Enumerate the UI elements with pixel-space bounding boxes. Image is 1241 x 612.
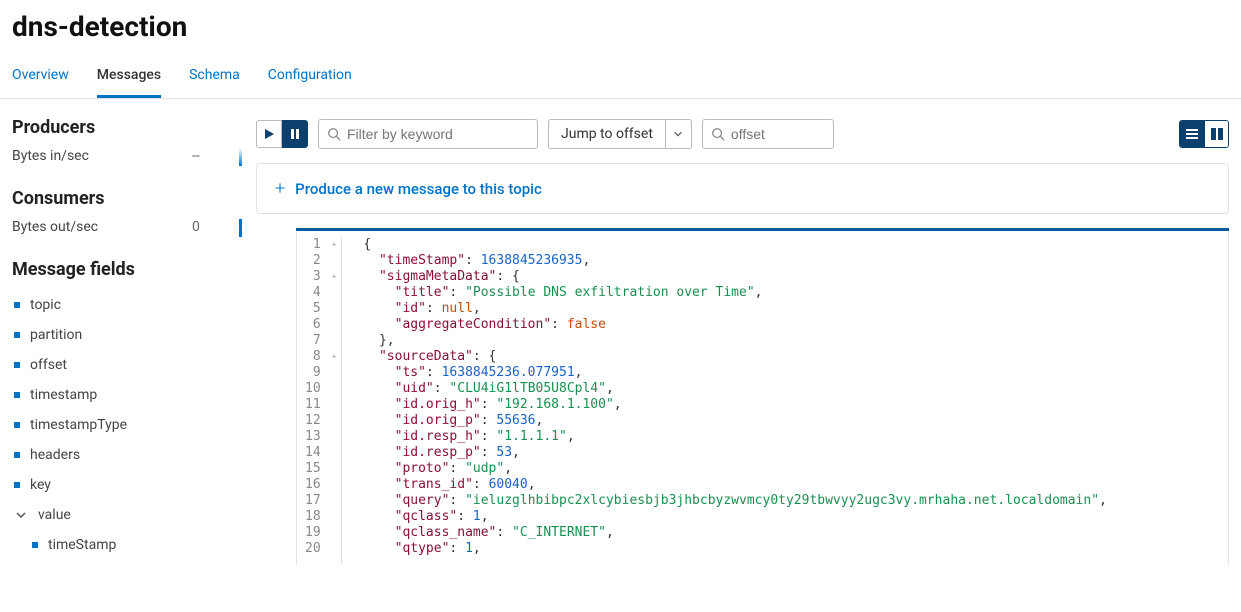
search-icon [711,127,725,141]
fold-column: ▸▸▸ [329,237,341,565]
json-viewer[interactable]: 1234567891011121314151617181920 ▸▸▸ { "t… [296,231,1229,565]
bytes-in-value: -- [192,148,232,164]
producers-heading: Producers [12,117,232,138]
field-label: partition [30,327,82,343]
message-fields-heading: Message fields [12,259,232,280]
field-timestamptype[interactable]: timestampType [12,410,232,440]
field-label: key [30,477,51,493]
bullet-icon [14,332,20,338]
tabs-nav: Overview Messages Schema Configuration [0,57,1241,99]
field-label: value [38,507,71,523]
jump-offset-select[interactable]: Jump to offset [548,119,692,149]
bullet-icon [32,542,38,548]
bytes-out-value: 0 [192,219,232,235]
spark-indicator [239,219,242,237]
field-label: topic [30,297,61,313]
produce-message-button[interactable]: + Produce a new message to this topic [275,178,542,199]
produce-message-card: + Produce a new message to this topic [256,163,1229,214]
bullet-icon [14,302,20,308]
play-pause-group [256,120,308,148]
chevron-down-icon [665,120,691,148]
field-timestamp[interactable]: timestamp [12,380,232,410]
json-code: { "timeStamp": 1638845236935, "sigmaMeta… [341,237,1228,565]
offset-input-wrap [702,119,834,149]
tab-overview[interactable]: Overview [12,57,69,98]
list-view-button[interactable] [1180,121,1204,147]
bytes-in-row: Bytes in/sec -- [12,148,232,164]
spark-indicator-top [239,148,242,166]
filter-keyword-wrap [318,119,538,149]
messages-toolbar: Jump to offset [256,117,1229,163]
field-label: timeStamp [48,537,116,553]
bullet-icon [14,452,20,458]
consumers-heading: Consumers [12,188,232,209]
field-value-timestamp[interactable]: timeStamp [12,530,232,560]
field-partition[interactable]: partition [12,320,232,350]
search-icon [327,127,341,141]
bytes-out-label: Bytes out/sec [12,219,192,235]
plus-icon: + [275,178,285,199]
field-label: headers [30,447,80,463]
offset-input[interactable] [731,120,833,148]
bytes-in-label: Bytes in/sec [12,148,192,164]
page-title: dns-detection [0,0,1241,57]
chevron-down-icon [14,508,28,522]
play-button[interactable] [256,120,282,148]
filter-keyword-input[interactable] [347,120,537,148]
field-topic[interactable]: topic [12,290,232,320]
field-key[interactable]: key [12,470,232,500]
message-fields-list: topic partition offset timestamp timesta… [12,290,232,560]
bullet-icon [14,392,20,398]
jump-offset-label: Jump to offset [549,120,665,148]
field-label: offset [30,357,67,373]
view-toggle [1179,120,1229,148]
field-headers[interactable]: headers [12,440,232,470]
line-number-gutter: 1234567891011121314151617181920 [297,237,329,565]
pause-button[interactable] [282,120,308,148]
field-label: timestampType [30,417,127,433]
tab-configuration[interactable]: Configuration [268,57,352,98]
tab-schema[interactable]: Schema [189,57,240,98]
message-json-card: 1234567891011121314151617181920 ▸▸▸ { "t… [296,228,1229,565]
bullet-icon [14,422,20,428]
bullet-icon [14,362,20,368]
field-value[interactable]: value [12,500,232,530]
tab-messages[interactable]: Messages [97,57,161,98]
bullet-icon [14,482,20,488]
field-offset[interactable]: offset [12,350,232,380]
bytes-out-row: Bytes out/sec 0 [12,219,232,235]
produce-message-label: Produce a new message to this topic [295,180,542,198]
field-label: timestamp [30,387,97,403]
card-view-button[interactable] [1204,121,1228,147]
